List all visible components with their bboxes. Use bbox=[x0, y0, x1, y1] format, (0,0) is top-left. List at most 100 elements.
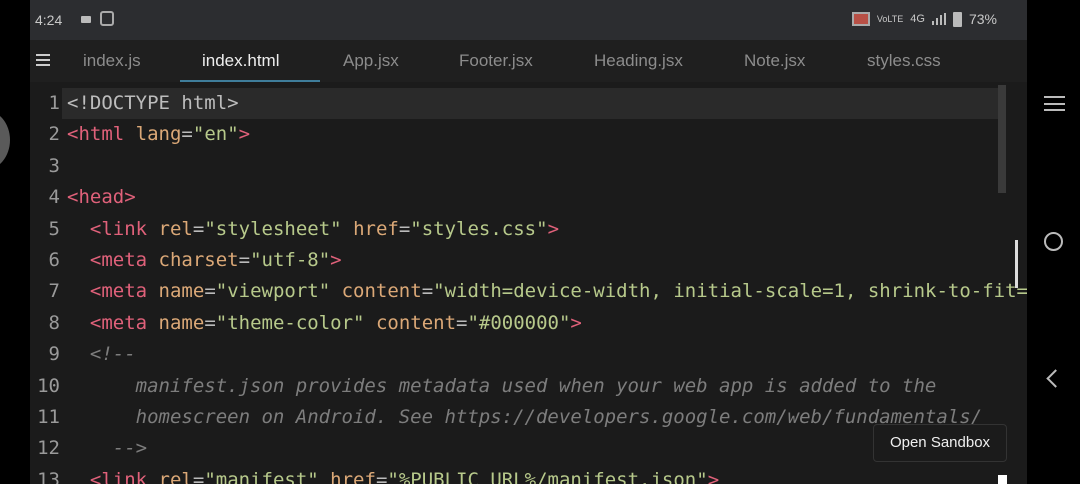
volte-indicator: VoLTE bbox=[876, 13, 904, 24]
code-token: href bbox=[330, 468, 376, 484]
menu-icon[interactable] bbox=[36, 54, 50, 66]
line-code: <!-- bbox=[62, 339, 1002, 370]
code-token: <html bbox=[67, 123, 125, 146]
code-line[interactable]: 1 <!DOCTYPE html> bbox=[30, 88, 1027, 119]
line-number: 8 bbox=[48, 311, 60, 334]
code-token: "theme-color" bbox=[215, 311, 365, 334]
code-token: "utf-8" bbox=[250, 249, 331, 271]
tab-index-html[interactable]: index.html bbox=[202, 51, 279, 71]
code-token: <!-- bbox=[67, 343, 136, 366]
code-token: <!DOCTYPE html> bbox=[67, 92, 239, 114]
code-token: "#000000" bbox=[467, 311, 571, 334]
code-token: content bbox=[341, 280, 422, 303]
code-token: --> bbox=[67, 437, 148, 460]
battery-icon bbox=[952, 11, 962, 27]
code-token: name bbox=[158, 311, 205, 334]
tab-index-js[interactable]: index.js bbox=[83, 51, 141, 71]
line-number: 10 bbox=[37, 374, 60, 397]
line-code: <meta charset="utf-8"> bbox=[62, 245, 1002, 276]
video-icon bbox=[81, 16, 91, 23]
code-line[interactable]: 7 <meta name="viewport" content="width=d… bbox=[30, 276, 1027, 307]
line-code: <meta name="theme-color" content="#00000… bbox=[62, 308, 1002, 339]
line-number: 1 bbox=[48, 92, 60, 114]
line-number: 5 bbox=[48, 217, 60, 240]
tab-styles-css[interactable]: styles.css bbox=[867, 51, 941, 71]
home-icon[interactable] bbox=[1044, 232, 1063, 251]
code-token: rel bbox=[158, 468, 193, 484]
line-code: homescreen on Android. See https://devel… bbox=[62, 402, 1002, 433]
line-code: manifest.json provides metadata used whe… bbox=[62, 371, 1002, 402]
code-line[interactable]: 13 <link rel="manifest" href="%PUBLIC_UR… bbox=[30, 465, 1027, 484]
code-line[interactable]: 5 <link rel="stylesheet" href="styles.cs… bbox=[30, 214, 1027, 245]
back-icon[interactable] bbox=[1046, 369, 1065, 388]
code-token: rel bbox=[158, 217, 193, 240]
code-token: <link bbox=[89, 468, 148, 484]
code-line[interactable]: 8 <meta name="theme-color" content="#000… bbox=[30, 308, 1027, 339]
code-token: = bbox=[192, 217, 205, 240]
code-token: = bbox=[398, 217, 411, 240]
line-code: <meta name="viewport" content="width=dev… bbox=[62, 276, 1027, 307]
code-token: = bbox=[192, 468, 205, 484]
tab-note-jsx[interactable]: Note.jsx bbox=[744, 51, 805, 71]
tab-heading-jsx[interactable]: Heading.jsx bbox=[594, 51, 683, 71]
code-line[interactable]: 4 <head> bbox=[30, 182, 1027, 213]
code-token: > bbox=[330, 249, 342, 271]
code-token: > bbox=[570, 311, 582, 334]
code-token: <meta bbox=[89, 311, 148, 334]
line-number: 4 bbox=[48, 186, 60, 209]
code-token: "manifest" bbox=[204, 468, 319, 484]
line-number: 7 bbox=[48, 280, 60, 303]
code-token: lang bbox=[135, 123, 182, 146]
code-token: > bbox=[707, 468, 720, 484]
cursor-block bbox=[998, 475, 1007, 484]
code-token: name bbox=[158, 280, 205, 303]
line-code: <head> bbox=[62, 182, 1002, 213]
line-code: <!DOCTYPE html> bbox=[62, 88, 1002, 119]
code-token: <link bbox=[89, 217, 148, 240]
line-code: <link rel="stylesheet" href="styles.css"… bbox=[62, 214, 1002, 245]
code-line[interactable]: 2 <html lang="en"> bbox=[30, 119, 1027, 150]
line-number: 11 bbox=[37, 406, 60, 428]
code-line[interactable]: 6 <meta charset="utf-8"> bbox=[30, 245, 1027, 276]
battery-percent: 73% bbox=[968, 11, 997, 27]
code-token: href bbox=[353, 217, 399, 240]
code-token: = bbox=[421, 280, 434, 303]
tab-app-jsx[interactable]: App.jsx bbox=[343, 51, 399, 71]
floating-overlay-handle[interactable] bbox=[0, 110, 10, 170]
tab-footer-jsx[interactable]: Footer.jsx bbox=[459, 51, 533, 71]
code-token: <head> bbox=[67, 186, 136, 209]
recent-apps-icon[interactable] bbox=[1044, 96, 1065, 111]
line-number: 3 bbox=[48, 154, 60, 177]
code-token: "%PUBLIC_URL%/manifest.json" bbox=[387, 468, 708, 484]
open-sandbox-button[interactable]: Open Sandbox bbox=[873, 424, 1007, 462]
code-token: > bbox=[547, 217, 560, 240]
code-token: content bbox=[375, 311, 457, 334]
code-token: charset bbox=[158, 249, 239, 271]
code-token: "styles.css" bbox=[410, 217, 548, 240]
code-token: "en" bbox=[192, 123, 239, 146]
line-code: <html lang="en"> bbox=[62, 119, 1002, 150]
page-scroll-indicator[interactable] bbox=[1015, 240, 1018, 288]
line-number: 2 bbox=[48, 123, 60, 146]
code-token: > bbox=[238, 123, 251, 146]
code-line[interactable]: 10 manifest.json provides metadata used … bbox=[30, 371, 1027, 402]
editor-scrollbar[interactable] bbox=[998, 85, 1006, 193]
line-code: <link rel="manifest" href="%PUBLIC_URL%/… bbox=[62, 465, 1002, 484]
code-line[interactable]: 9 <!-- bbox=[30, 339, 1027, 370]
code-token: = bbox=[456, 311, 468, 334]
code-token: = bbox=[204, 280, 216, 303]
line-code: --> bbox=[62, 433, 1002, 464]
cast-icon bbox=[851, 12, 870, 26]
code-line[interactable]: 3 bbox=[30, 151, 1027, 182]
